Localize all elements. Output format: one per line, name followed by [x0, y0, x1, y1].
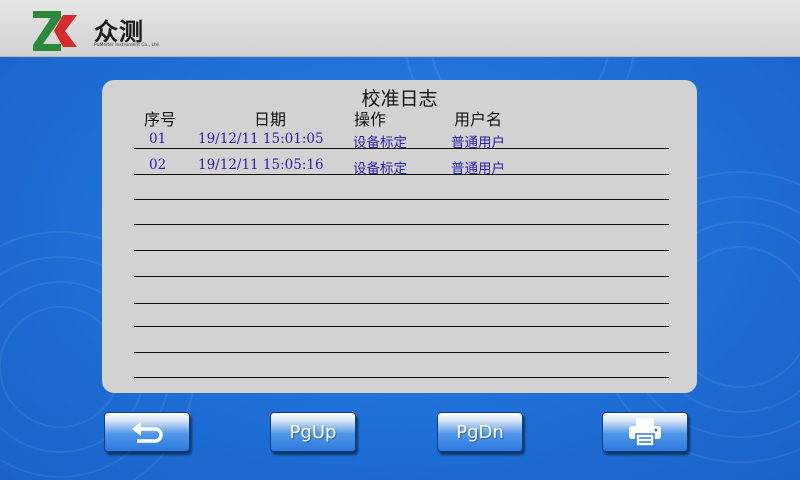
printer-icon	[629, 418, 661, 447]
page-down-label: PgDn	[456, 421, 504, 443]
row-divider	[134, 174, 669, 175]
column-header-username: 用户名	[454, 110, 503, 129]
row-divider	[134, 326, 669, 327]
brand-name: 众测	[94, 18, 144, 46]
column-header-operation: 操作	[354, 110, 387, 129]
column-header-number: 序号	[144, 110, 177, 129]
row-2-number: 02	[149, 157, 167, 173]
back-button[interactable]	[104, 412, 190, 452]
row-divider	[134, 199, 669, 200]
row-divider	[134, 352, 669, 353]
row-divider	[134, 148, 669, 149]
row-1-date: 19/12/11 15:01:05	[198, 131, 324, 147]
row-divider	[134, 250, 669, 251]
column-header-date: 日期	[254, 110, 287, 129]
row-divider	[134, 276, 669, 277]
row-divider	[134, 224, 669, 225]
calibration-log-panel: 校准日志 序号 日期 操作 用户名 01 19/12/11 15:01:05 设…	[102, 80, 697, 393]
header-bar: 众测 PuMeiter Instrument Co., Ltd.	[0, 0, 800, 57]
row-divider	[134, 377, 669, 378]
company-logo-icon	[33, 11, 77, 51]
row-divider	[134, 303, 669, 304]
page-up-button[interactable]: PgUp	[270, 412, 356, 452]
row-1-number: 01	[149, 131, 167, 147]
row-2-date: 19/12/11 15:05:16	[198, 157, 324, 173]
print-button[interactable]	[602, 412, 688, 452]
panel-title: 校准日志	[361, 88, 438, 110]
back-arrow-icon	[132, 422, 163, 443]
brand-subtitle: PuMeiter Instrument Co., Ltd.	[94, 43, 161, 48]
page-down-button[interactable]: PgDn	[437, 412, 523, 452]
page-up-label: PgUp	[289, 421, 337, 443]
